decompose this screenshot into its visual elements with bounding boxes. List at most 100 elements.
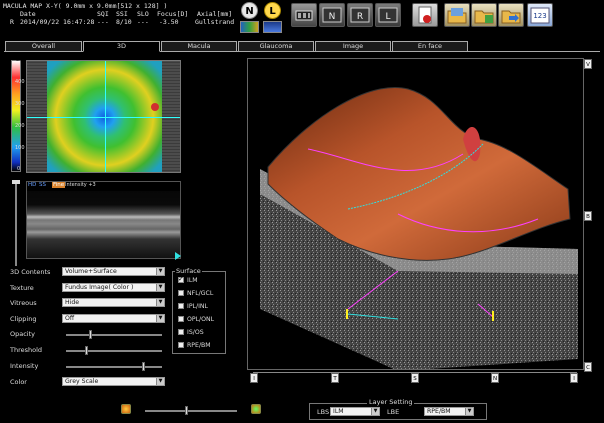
surface-isos-row[interactable]: IS/OS: [178, 329, 204, 336]
report-icon[interactable]: [263, 21, 282, 33]
sqi-value: ---: [97, 18, 109, 26]
surface-ilm-checkbox[interactable]: [178, 275, 184, 283]
surface-oplonl-label: OPL/ONL: [187, 316, 215, 323]
scale-tick-100: 100: [15, 145, 25, 151]
contents-label: 3D Contents: [10, 268, 51, 276]
texture-select[interactable]: Fundus Image( Color ) ▼: [62, 283, 165, 292]
threshold-knob[interactable]: [84, 346, 88, 355]
export-icon[interactable]: [498, 3, 524, 27]
surface-ilm-row[interactable]: ILM: [178, 275, 198, 284]
intensity-knob[interactable]: [142, 362, 146, 371]
slo-value: ---: [137, 18, 149, 26]
label-focus: Focus[D]: [157, 10, 189, 18]
axis-marker-i-left: I: [250, 373, 258, 383]
lbs-label: LBS: [317, 408, 330, 416]
zoom-knob[interactable]: [185, 406, 189, 415]
lbs-select[interactable]: ILM ▼: [330, 407, 380, 416]
clipping-label: Clipping: [10, 315, 37, 323]
ss-badge: SS: [39, 182, 46, 188]
retina-3d-render: [260, 87, 578, 369]
surface-rpebm-label: RPE/BM: [187, 342, 211, 349]
play-icon[interactable]: [175, 252, 181, 260]
vitreous-value: Hide: [65, 299, 80, 306]
surface-oplonl-checkbox[interactable]: [178, 316, 184, 322]
axis-marker-t: T: [331, 373, 339, 383]
record-icon[interactable]: [412, 3, 438, 27]
eye-l-button[interactable]: L: [264, 2, 281, 19]
folder-save-icon[interactable]: [471, 3, 497, 27]
surface-iplinl-label: IPL/INL: [187, 303, 208, 310]
texture-value: Fundus Image( Color ): [65, 284, 134, 291]
bscan-position-slider[interactable]: [15, 183, 17, 266]
film-strip-icon[interactable]: [291, 3, 317, 27]
label-slo: SLO: [137, 10, 149, 18]
tab-image[interactable]: Image: [315, 41, 391, 52]
fine-badge: Fine: [52, 182, 66, 188]
layer-setting-title: Layer Setting: [367, 398, 415, 406]
lbe-select[interactable]: RPE/BM ▼: [424, 407, 474, 416]
intensity-slider[interactable]: [66, 362, 162, 371]
color-value: Grey Scale: [65, 378, 99, 385]
clipping-select[interactable]: Off ▼: [62, 314, 165, 323]
color-select[interactable]: Grey Scale ▼: [62, 377, 165, 386]
axis-marker-s: S: [411, 373, 419, 383]
chevron-down-icon: ▼: [465, 408, 473, 415]
chevron-down-icon: ▼: [156, 378, 164, 385]
surface-oplonl-row[interactable]: OPL/ONL: [178, 316, 214, 323]
label-ssi: SSI: [116, 10, 128, 18]
threshold-slider[interactable]: [66, 346, 162, 355]
opacity-slider[interactable]: [66, 330, 162, 339]
scale-tick-400: 400: [15, 79, 25, 85]
eye-n-button[interactable]: N: [241, 2, 258, 19]
surface-nflgcl-row[interactable]: NFL/GCL: [178, 290, 213, 297]
date-value: 2014/09/22 16:47:28: [20, 18, 95, 26]
thickness-color-scale: [11, 60, 21, 172]
lbe-label: LBE: [387, 408, 400, 416]
zoom-in-icon[interactable]: [251, 404, 261, 414]
surface-isos-checkbox[interactable]: [178, 329, 184, 335]
tab-macula[interactable]: Macula: [161, 41, 237, 52]
side-marker-bot: C: [584, 362, 592, 372]
lbs-value: ILM: [333, 408, 344, 415]
ssi-value: 8/10: [116, 18, 132, 26]
label-sqi: SQI: [97, 10, 109, 18]
side-marker-top: V: [584, 59, 592, 69]
axis-marker-n: N: [491, 373, 499, 383]
bscan-image[interactable]: [26, 181, 181, 259]
thickness-map[interactable]: [26, 60, 181, 173]
contents-select[interactable]: Volume+Surface ▼: [62, 267, 165, 276]
surface-isos-label: IS/OS: [187, 329, 204, 336]
hd-badge: HD: [28, 182, 37, 188]
opacity-knob[interactable]: [89, 330, 93, 339]
tab-en-face[interactable]: En face: [392, 41, 468, 52]
surface-iplinl-row[interactable]: IPL/INL: [178, 303, 208, 310]
thumbnail-icon[interactable]: [240, 21, 259, 33]
color-label: Color: [10, 378, 27, 386]
chevron-down-icon: ▼: [156, 268, 164, 275]
surface-nflgcl-label: NFL/GCL: [187, 290, 214, 297]
surface-rpebm-row[interactable]: RPE/BM: [178, 342, 211, 349]
count-icon[interactable]: 123: [527, 3, 553, 27]
zoom-slider[interactable]: [145, 406, 237, 415]
compare-r-icon[interactable]: R: [347, 3, 373, 27]
bscan-position-knob[interactable]: [12, 180, 20, 184]
tab-overall[interactable]: Overall: [5, 41, 82, 52]
compare-n-icon[interactable]: N: [319, 3, 345, 27]
axis-marker-i-right: I: [570, 373, 578, 383]
surface-iplinl-checkbox[interactable]: [178, 303, 184, 309]
vitreous-select[interactable]: Hide ▼: [62, 298, 165, 307]
surface-title: Surface: [175, 267, 202, 275]
intensity-badge: Intensity +3: [65, 182, 96, 188]
contents-value: Volume+Surface: [65, 268, 117, 275]
scale-tick-0: 0: [17, 166, 21, 172]
folder-open-icon[interactable]: [444, 3, 470, 27]
svg-text:N: N: [329, 12, 336, 22]
tab-3d[interactable]: 3D: [83, 41, 160, 52]
zoom-out-icon[interactable]: [121, 404, 131, 414]
compare-l-icon[interactable]: L: [375, 3, 401, 27]
view3d-frame[interactable]: [247, 58, 584, 370]
chevron-down-icon: ▼: [371, 408, 379, 415]
tab-glaucoma[interactable]: Glaucoma: [238, 41, 314, 52]
surface-nflgcl-checkbox[interactable]: [178, 290, 184, 296]
surface-rpebm-checkbox[interactable]: [178, 342, 184, 348]
